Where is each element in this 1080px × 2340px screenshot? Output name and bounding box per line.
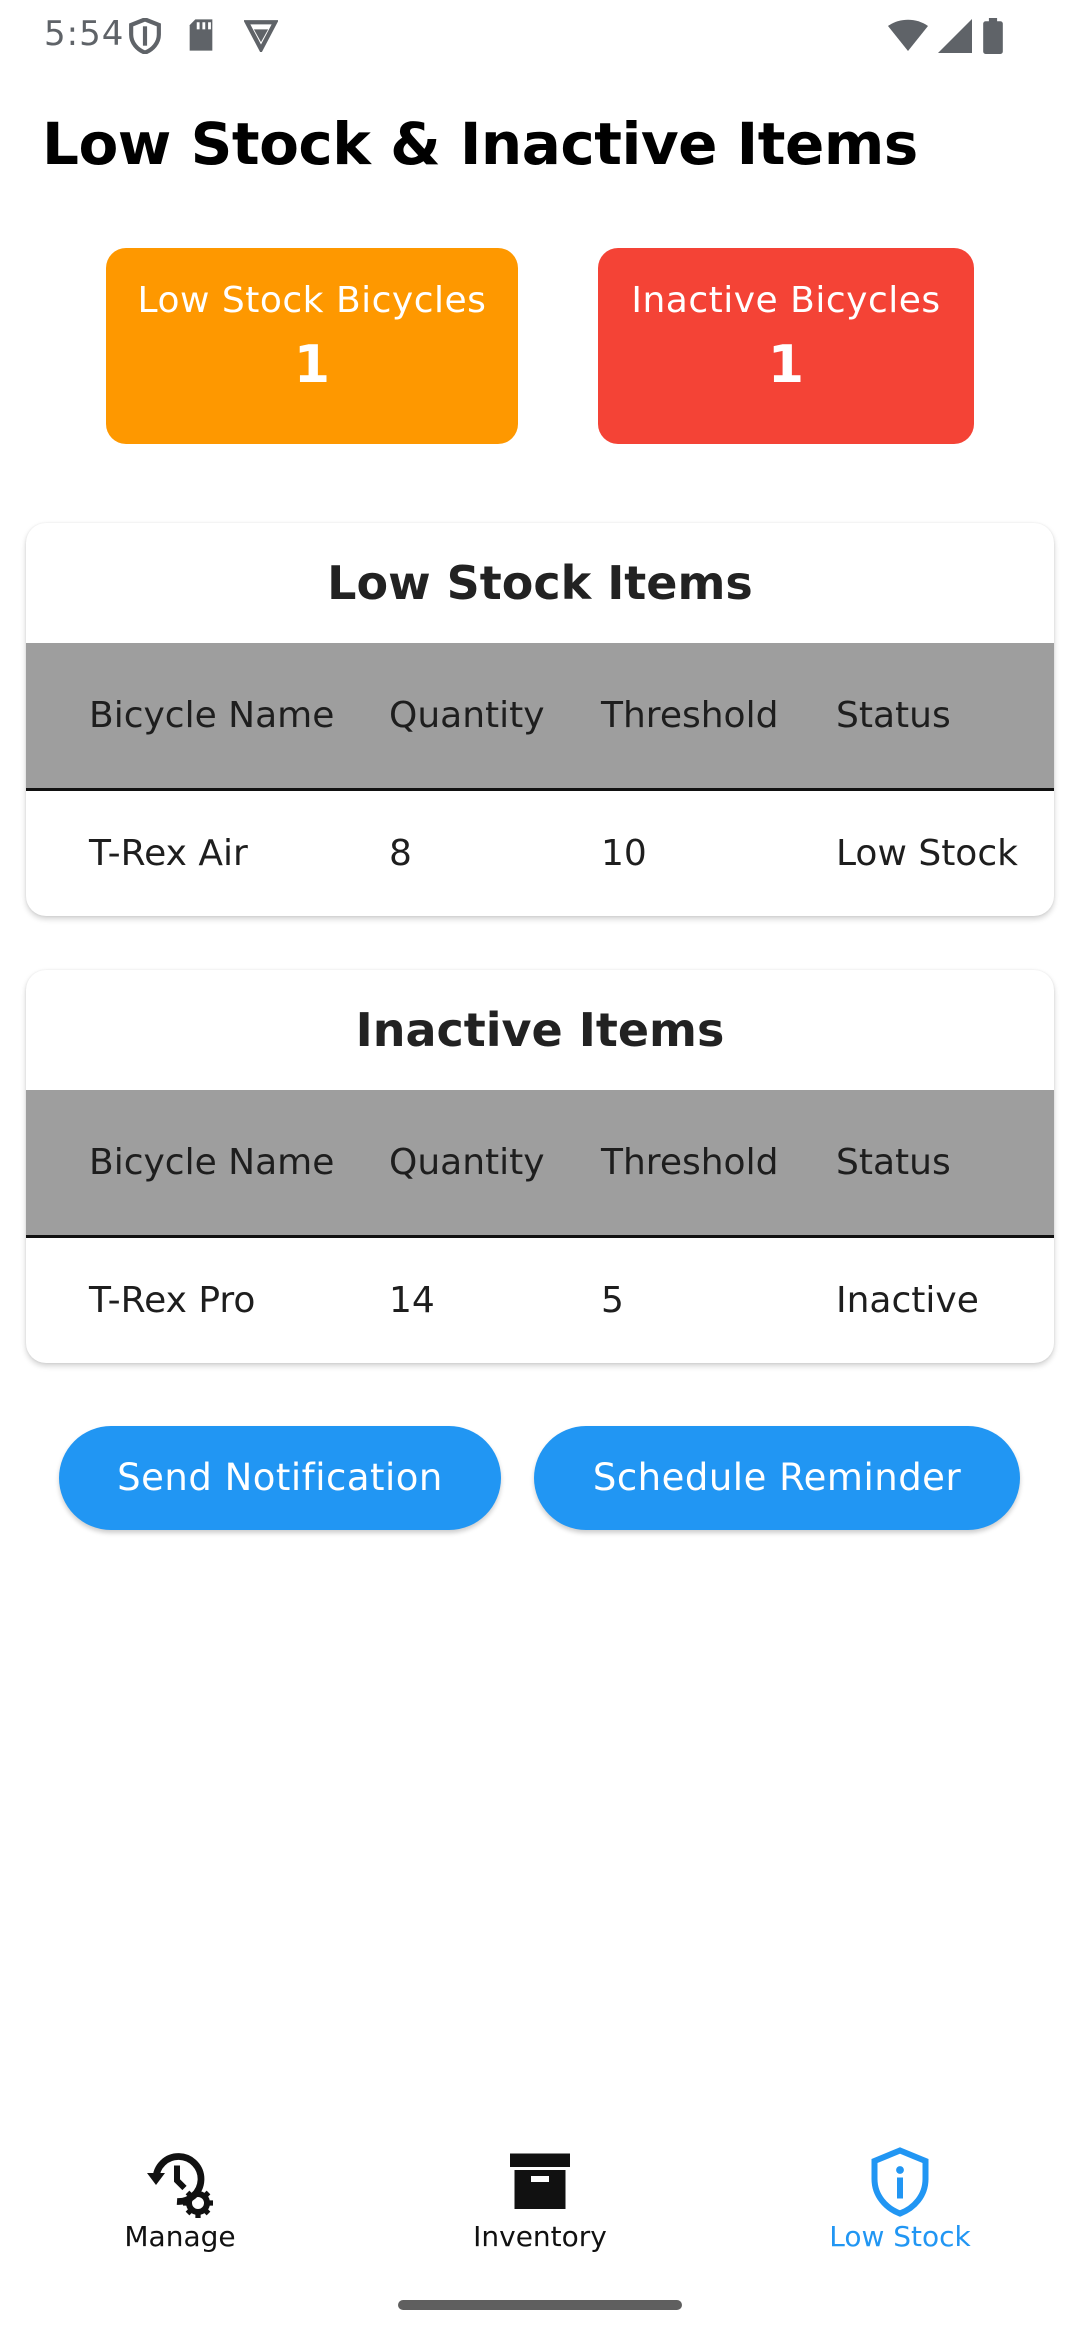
cell-bicycle-name: T-Rex Air xyxy=(89,833,248,874)
nav-label-manage: Manage xyxy=(124,2220,236,2253)
nav-item-manage[interactable]: Manage xyxy=(30,2130,330,2253)
cell-status: Low Stock xyxy=(836,833,1018,874)
send-notification-button[interactable]: Send Notification xyxy=(59,1426,501,1530)
sd-card-icon xyxy=(186,18,216,56)
schedule-reminder-button[interactable]: Schedule Reminder xyxy=(534,1426,1020,1530)
inactive-items-title: Inactive Items xyxy=(355,1003,725,1057)
cell-threshold: 5 xyxy=(601,1280,624,1321)
status-bar: 5:54 xyxy=(0,0,1080,72)
table-row: T-Rex Air 8 10 Low Stock xyxy=(26,791,1054,916)
inactive-summary-label: Inactive Bicycles xyxy=(631,280,941,321)
column-header-status: Status xyxy=(836,695,951,736)
bottom-navigation: Manage Inventory Low Stock xyxy=(0,2130,1080,2270)
nav-label-low-stock: Low Stock xyxy=(829,2220,971,2253)
archive-box-icon xyxy=(504,2146,576,2218)
nav-item-inventory[interactable]: Inventory xyxy=(390,2130,690,2253)
low-stock-summary-card: Low Stock Bicycles 1 xyxy=(106,248,518,444)
cell-status: Inactive xyxy=(836,1280,979,1321)
wifi-icon xyxy=(888,19,928,57)
cell-threshold: 10 xyxy=(601,833,647,874)
status-time: 5:54 xyxy=(44,14,125,54)
manage-history-icon xyxy=(144,2146,216,2218)
nav-label-inventory: Inventory xyxy=(473,2220,607,2253)
column-header-bicycle-name: Bicycle Name xyxy=(89,695,335,736)
low-stock-table-header: Bicycle Name Quantity Threshold Status xyxy=(26,643,1054,791)
cell-quantity: 14 xyxy=(389,1280,435,1321)
column-header-threshold: Threshold xyxy=(601,695,779,736)
low-stock-items-title: Low Stock Items xyxy=(327,556,753,610)
low-stock-items-card: Low Stock Items Bicycle Name Quantity Th… xyxy=(26,523,1054,916)
home-indicator xyxy=(398,2300,682,2310)
column-header-threshold: Threshold xyxy=(601,1142,779,1183)
inactive-items-card: Inactive Items Bicycle Name Quantity Thr… xyxy=(26,970,1054,1363)
low-stock-summary-count: 1 xyxy=(293,335,331,395)
battery-icon xyxy=(982,18,1004,58)
nav-item-low-stock[interactable]: Low Stock xyxy=(750,2130,1050,2253)
inactive-summary-count: 1 xyxy=(767,335,805,395)
table-row: T-Rex Pro 14 5 Inactive xyxy=(26,1238,1054,1363)
inactive-summary-card: Inactive Bicycles 1 xyxy=(598,248,974,444)
vpn-key-icon xyxy=(243,18,279,56)
inactive-table-header: Bicycle Name Quantity Threshold Status xyxy=(26,1090,1054,1238)
column-header-quantity: Quantity xyxy=(389,695,545,736)
column-header-bicycle-name: Bicycle Name xyxy=(89,1142,335,1183)
column-header-quantity: Quantity xyxy=(389,1142,545,1183)
shield-icon xyxy=(128,17,162,58)
column-header-status: Status xyxy=(836,1142,951,1183)
cell-quantity: 8 xyxy=(389,833,412,874)
shield-info-icon xyxy=(864,2146,936,2218)
signal-icon xyxy=(938,19,972,57)
cell-bicycle-name: T-Rex Pro xyxy=(89,1280,256,1321)
low-stock-summary-label: Low Stock Bicycles xyxy=(137,280,487,321)
page-title: Low Stock & Inactive Items xyxy=(42,110,918,178)
